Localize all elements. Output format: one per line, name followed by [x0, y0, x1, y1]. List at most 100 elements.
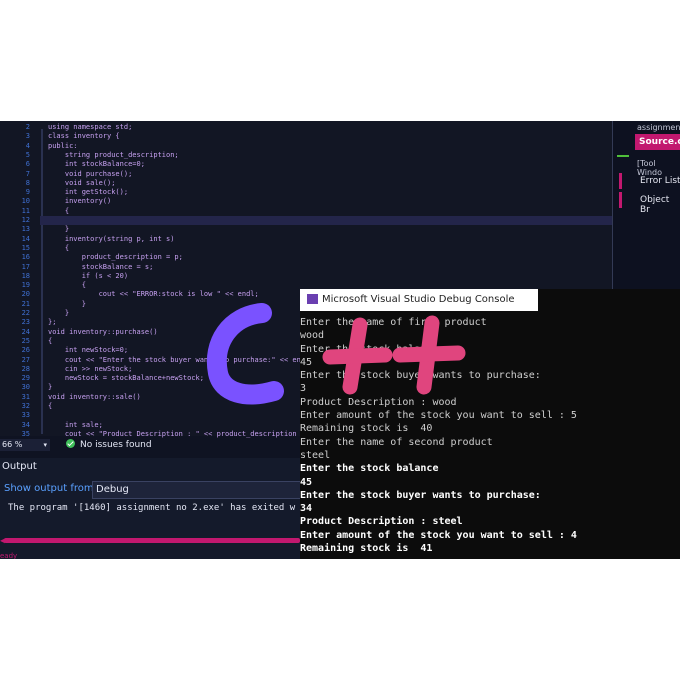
line-number: 12	[21, 216, 30, 224]
source-file-tab[interactable]: Source.c	[635, 134, 680, 150]
console-line: 45	[300, 476, 313, 488]
line-number: 24	[21, 327, 30, 336]
console-line: Enter amount of the stock you want to se…	[300, 529, 577, 541]
code-line[interactable]: {	[48, 337, 52, 346]
selection-bar	[619, 192, 622, 208]
console-line: Enter the stock balance	[300, 463, 439, 475]
line-number: 2	[25, 123, 30, 131]
line-number: 26	[21, 346, 30, 355]
screenshot: 2 3 4 5 6 7 8 9 10 11 12 13 14 15 16 17 18 19 20 21 22 23 24 25…	[0, 121, 680, 559]
line-number: 23	[21, 318, 30, 327]
line-number: 4	[25, 141, 30, 150]
c-letter	[206, 303, 284, 405]
code-line[interactable]: {	[48, 207, 69, 216]
issues-indicator[interactable]: No issues found	[66, 439, 152, 451]
show-output-label: Show output from:	[4, 483, 97, 494]
console-line: Enter the name of second product	[300, 436, 493, 448]
code-line[interactable]: int stockBalance=0;	[48, 160, 145, 169]
console-line: Product Description : steel	[300, 516, 463, 528]
line-number: 17	[21, 262, 30, 271]
code-line[interactable]: };	[48, 318, 56, 327]
code-line[interactable]: inventory(string p, int s)	[48, 235, 175, 244]
console-line: Enter the stock buyer wants to purchase:	[300, 489, 541, 501]
code-line[interactable]: {	[48, 244, 69, 253]
plus-sign-2	[392, 315, 466, 395]
line-number: 5	[25, 150, 30, 159]
code-line[interactable]: int getStock();	[48, 188, 128, 197]
tool-window-label: [Tool Windo	[637, 159, 662, 177]
code-line[interactable]: inventory()	[48, 197, 111, 206]
line-number: 19	[21, 281, 30, 290]
code-line[interactable]: string product_description;	[48, 151, 179, 160]
line-number: 9	[25, 188, 30, 197]
line-number: 22	[21, 309, 30, 317]
green-marker	[617, 155, 629, 157]
code-line[interactable]: cout << "Product Description : " << prod…	[48, 430, 297, 439]
cpp-logo-overlay	[206, 303, 466, 405]
console-line: 34	[300, 503, 313, 515]
selection-bar	[619, 173, 622, 189]
output-panel: Output Show output from: Debug The progr…	[0, 458, 305, 559]
code-line[interactable]: if (s < 20)	[48, 272, 128, 281]
line-number: 14	[21, 234, 30, 243]
plus-sign-1	[322, 317, 393, 395]
fold-guide	[41, 129, 43, 434]
horizontal-scrollbar[interactable]	[4, 538, 300, 543]
code-line[interactable]: }	[48, 383, 52, 392]
line-number: 16	[21, 253, 30, 262]
line-number: 7	[25, 169, 30, 178]
zoom-dropdown[interactable]: 66 % ▾	[0, 439, 50, 451]
line-number: 13	[21, 225, 30, 234]
line-number: 21	[21, 299, 30, 308]
line-number: 11	[21, 206, 30, 215]
line-number: 10	[21, 197, 30, 206]
issues-text: No issues found	[80, 440, 152, 450]
code-line[interactable]: void sale();	[48, 179, 116, 188]
line-number: 20	[21, 290, 30, 299]
code-line[interactable]: cin >> newStock;	[48, 365, 132, 374]
code-line[interactable]: stockBalance = s;	[48, 263, 154, 272]
output-message: The program '[1460] assignment no 2.exe'…	[8, 503, 296, 513]
line-number: 28	[21, 364, 30, 373]
line-number: 31	[21, 392, 30, 401]
console-line: Remaining stock is 40	[300, 423, 433, 435]
error-list-item[interactable]: Error List	[640, 176, 680, 186]
code-line[interactable]: void purchase();	[48, 170, 132, 179]
check-icon	[66, 439, 75, 448]
output-source-select[interactable]: Debug	[92, 481, 305, 499]
code-line[interactable]: }	[48, 309, 69, 318]
code-line[interactable]: void inventory::purchase()	[48, 328, 158, 337]
code-line[interactable]: product_description = p;	[48, 253, 183, 262]
line-number: 33	[21, 411, 30, 420]
code-line[interactable]: {	[48, 281, 86, 290]
status-ready: eady	[0, 552, 18, 559]
line-number: 6	[25, 160, 30, 169]
object-browser-item[interactable]: Object Br	[640, 195, 680, 215]
current-line-highlight	[40, 216, 612, 225]
code-line[interactable]: using namespace std;	[48, 123, 132, 132]
code-line[interactable]: void inventory::sale()	[48, 393, 141, 402]
code-line[interactable]: int sale;	[48, 421, 103, 430]
console-line: Remaining stock is 41	[300, 543, 433, 555]
line-number: 30	[21, 383, 30, 392]
line-number: 18	[21, 271, 30, 280]
code-line[interactable]: class inventory {	[48, 132, 120, 141]
line-number: 29	[21, 374, 30, 383]
chevron-down-icon: ▾	[43, 441, 47, 449]
line-number: 27	[21, 355, 30, 364]
solution-title: assignment	[637, 123, 680, 132]
line-number: 32	[21, 402, 30, 410]
code-line[interactable]: {	[48, 402, 52, 411]
console-line: steel	[300, 449, 331, 461]
line-number: 15	[21, 243, 30, 252]
line-number: 8	[25, 178, 30, 187]
code-line[interactable]: }	[48, 300, 86, 309]
code-line[interactable]: }	[48, 225, 69, 234]
line-number: 35	[21, 429, 30, 438]
line-number: 3	[25, 132, 30, 141]
zoom-level: 66 %	[2, 440, 23, 449]
output-title: Output	[2, 461, 37, 472]
code-line[interactable]: newStock = stockBalance+newStock;	[48, 374, 204, 383]
code-line[interactable]: public:	[48, 142, 78, 151]
code-line[interactable]: int newStock=0;	[48, 346, 128, 355]
